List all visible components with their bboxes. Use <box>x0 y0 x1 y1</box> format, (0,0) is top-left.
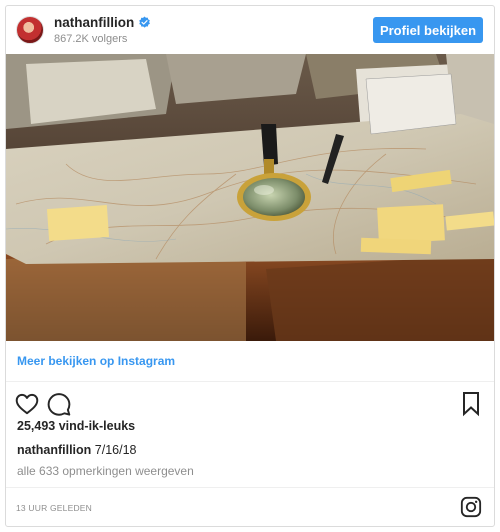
bookmark-icon[interactable] <box>461 391 481 417</box>
avatar[interactable] <box>16 16 44 44</box>
username-row: nathanfillion <box>54 15 151 30</box>
verified-badge-icon <box>139 16 151 28</box>
view-more-section: Meer bekijken op Instagram <box>6 341 494 382</box>
view-profile-button[interactable]: Profiel bekijken <box>373 17 483 43</box>
post-footer: 13 UUR GELEDEN <box>6 487 494 526</box>
instagram-embed-card: nathanfillion 867.2K volgers Profiel bek… <box>5 5 495 527</box>
comment-icon[interactable] <box>46 391 72 417</box>
caption-text: 7/16/18 <box>94 443 137 457</box>
heart-icon[interactable] <box>14 391 40 417</box>
post-image-illustration <box>6 54 494 341</box>
like-count[interactable]: 25,493 vind-ik-leuks <box>17 419 135 433</box>
post-timestamp[interactable]: 13 UUR GELEDEN <box>16 503 92 513</box>
follower-count: 867.2K volgers <box>54 33 128 45</box>
username[interactable]: nathanfillion <box>54 15 134 30</box>
instagram-icon[interactable] <box>460 496 482 518</box>
view-all-comments-link[interactable]: alle 633 opmerkingen weergeven <box>17 464 194 478</box>
caption: nathanfillion 7/16/18 <box>17 443 137 457</box>
caption-username[interactable]: nathanfillion <box>17 443 91 457</box>
view-more-link[interactable]: Meer bekijken op Instagram <box>17 354 175 368</box>
post-image[interactable] <box>6 54 494 341</box>
post-header: nathanfillion 867.2K volgers Profiel bek… <box>6 6 494 54</box>
